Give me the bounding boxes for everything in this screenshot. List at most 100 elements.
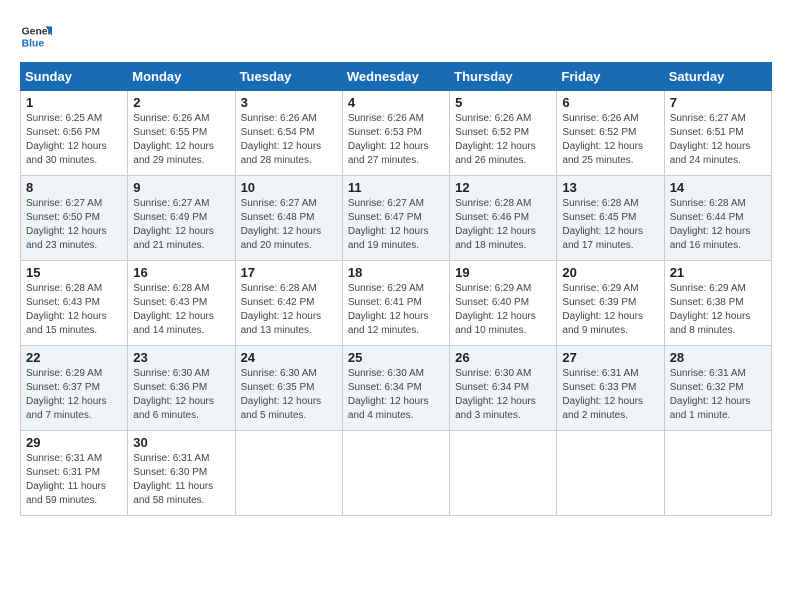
calendar-cell: 3 Sunrise: 6:26 AM Sunset: 6:54 PM Dayli… <box>235 91 342 176</box>
calendar-cell: 12 Sunrise: 6:28 AM Sunset: 6:46 PM Dayl… <box>450 176 557 261</box>
day-number: 14 <box>670 180 766 195</box>
calendar-week-1: 1 Sunrise: 6:25 AM Sunset: 6:56 PM Dayli… <box>21 91 772 176</box>
calendar-cell <box>664 431 771 516</box>
day-info: Sunrise: 6:28 AM Sunset: 6:42 PM Dayligh… <box>241 282 337 338</box>
day-number: 3 <box>241 95 337 110</box>
day-info: Sunrise: 6:26 AM Sunset: 6:54 PM Dayligh… <box>241 112 337 168</box>
day-info: Sunrise: 6:27 AM Sunset: 6:49 PM Dayligh… <box>133 197 229 253</box>
day-number: 12 <box>455 180 551 195</box>
calendar-cell: 11 Sunrise: 6:27 AM Sunset: 6:47 PM Dayl… <box>342 176 449 261</box>
day-info: Sunrise: 6:26 AM Sunset: 6:52 PM Dayligh… <box>455 112 551 168</box>
column-header-sunday: Sunday <box>21 63 128 91</box>
day-info: Sunrise: 6:27 AM Sunset: 6:48 PM Dayligh… <box>241 197 337 253</box>
calendar-cell: 20 Sunrise: 6:29 AM Sunset: 6:39 PM Dayl… <box>557 261 664 346</box>
day-info: Sunrise: 6:29 AM Sunset: 6:41 PM Dayligh… <box>348 282 444 338</box>
calendar-cell: 15 Sunrise: 6:28 AM Sunset: 6:43 PM Dayl… <box>21 261 128 346</box>
calendar-week-2: 8 Sunrise: 6:27 AM Sunset: 6:50 PM Dayli… <box>21 176 772 261</box>
calendar-cell <box>557 431 664 516</box>
calendar-cell: 22 Sunrise: 6:29 AM Sunset: 6:37 PM Dayl… <box>21 346 128 431</box>
day-number: 7 <box>670 95 766 110</box>
logo-icon: General Blue <box>20 20 52 52</box>
column-header-saturday: Saturday <box>664 63 771 91</box>
day-info: Sunrise: 6:30 AM Sunset: 6:34 PM Dayligh… <box>455 367 551 423</box>
calendar-cell: 25 Sunrise: 6:30 AM Sunset: 6:34 PM Dayl… <box>342 346 449 431</box>
day-number: 5 <box>455 95 551 110</box>
logo: General Blue <box>20 20 52 52</box>
day-info: Sunrise: 6:30 AM Sunset: 6:36 PM Dayligh… <box>133 367 229 423</box>
calendar-cell: 28 Sunrise: 6:31 AM Sunset: 6:32 PM Dayl… <box>664 346 771 431</box>
day-info: Sunrise: 6:27 AM Sunset: 6:50 PM Dayligh… <box>26 197 122 253</box>
day-number: 28 <box>670 350 766 365</box>
day-info: Sunrise: 6:31 AM Sunset: 6:31 PM Dayligh… <box>26 452 122 508</box>
calendar-cell: 23 Sunrise: 6:30 AM Sunset: 6:36 PM Dayl… <box>128 346 235 431</box>
day-info: Sunrise: 6:25 AM Sunset: 6:56 PM Dayligh… <box>26 112 122 168</box>
day-number: 13 <box>562 180 658 195</box>
day-info: Sunrise: 6:27 AM Sunset: 6:47 PM Dayligh… <box>348 197 444 253</box>
calendar-cell: 17 Sunrise: 6:28 AM Sunset: 6:42 PM Dayl… <box>235 261 342 346</box>
header: General Blue <box>20 20 772 52</box>
day-info: Sunrise: 6:28 AM Sunset: 6:44 PM Dayligh… <box>670 197 766 253</box>
day-info: Sunrise: 6:31 AM Sunset: 6:30 PM Dayligh… <box>133 452 229 508</box>
day-info: Sunrise: 6:30 AM Sunset: 6:35 PM Dayligh… <box>241 367 337 423</box>
day-number: 9 <box>133 180 229 195</box>
day-info: Sunrise: 6:29 AM Sunset: 6:37 PM Dayligh… <box>26 367 122 423</box>
day-info: Sunrise: 6:26 AM Sunset: 6:53 PM Dayligh… <box>348 112 444 168</box>
column-header-wednesday: Wednesday <box>342 63 449 91</box>
day-info: Sunrise: 6:28 AM Sunset: 6:45 PM Dayligh… <box>562 197 658 253</box>
calendar-cell: 8 Sunrise: 6:27 AM Sunset: 6:50 PM Dayli… <box>21 176 128 261</box>
calendar-cell: 18 Sunrise: 6:29 AM Sunset: 6:41 PM Dayl… <box>342 261 449 346</box>
calendar-cell <box>450 431 557 516</box>
day-info: Sunrise: 6:28 AM Sunset: 6:43 PM Dayligh… <box>26 282 122 338</box>
day-number: 2 <box>133 95 229 110</box>
header-row: SundayMondayTuesdayWednesdayThursdayFrid… <box>21 63 772 91</box>
calendar-cell: 30 Sunrise: 6:31 AM Sunset: 6:30 PM Dayl… <box>128 431 235 516</box>
day-info: Sunrise: 6:29 AM Sunset: 6:38 PM Dayligh… <box>670 282 766 338</box>
day-number: 20 <box>562 265 658 280</box>
calendar-table: SundayMondayTuesdayWednesdayThursdayFrid… <box>20 62 772 516</box>
day-number: 30 <box>133 435 229 450</box>
day-number: 26 <box>455 350 551 365</box>
calendar-cell: 4 Sunrise: 6:26 AM Sunset: 6:53 PM Dayli… <box>342 91 449 176</box>
day-number: 22 <box>26 350 122 365</box>
day-info: Sunrise: 6:30 AM Sunset: 6:34 PM Dayligh… <box>348 367 444 423</box>
calendar-cell <box>235 431 342 516</box>
calendar-cell: 16 Sunrise: 6:28 AM Sunset: 6:43 PM Dayl… <box>128 261 235 346</box>
calendar-cell: 2 Sunrise: 6:26 AM Sunset: 6:55 PM Dayli… <box>128 91 235 176</box>
day-number: 10 <box>241 180 337 195</box>
day-number: 29 <box>26 435 122 450</box>
column-header-monday: Monday <box>128 63 235 91</box>
day-number: 27 <box>562 350 658 365</box>
column-header-friday: Friday <box>557 63 664 91</box>
column-header-tuesday: Tuesday <box>235 63 342 91</box>
calendar-cell: 19 Sunrise: 6:29 AM Sunset: 6:40 PM Dayl… <box>450 261 557 346</box>
calendar-cell: 24 Sunrise: 6:30 AM Sunset: 6:35 PM Dayl… <box>235 346 342 431</box>
day-number: 21 <box>670 265 766 280</box>
day-number: 4 <box>348 95 444 110</box>
calendar-week-4: 22 Sunrise: 6:29 AM Sunset: 6:37 PM Dayl… <box>21 346 772 431</box>
svg-text:Blue: Blue <box>22 38 45 49</box>
day-number: 16 <box>133 265 229 280</box>
calendar-week-3: 15 Sunrise: 6:28 AM Sunset: 6:43 PM Dayl… <box>21 261 772 346</box>
day-number: 25 <box>348 350 444 365</box>
calendar-week-5: 29 Sunrise: 6:31 AM Sunset: 6:31 PM Dayl… <box>21 431 772 516</box>
day-number: 11 <box>348 180 444 195</box>
calendar-cell: 5 Sunrise: 6:26 AM Sunset: 6:52 PM Dayli… <box>450 91 557 176</box>
day-info: Sunrise: 6:31 AM Sunset: 6:32 PM Dayligh… <box>670 367 766 423</box>
day-info: Sunrise: 6:29 AM Sunset: 6:40 PM Dayligh… <box>455 282 551 338</box>
calendar-cell: 14 Sunrise: 6:28 AM Sunset: 6:44 PM Dayl… <box>664 176 771 261</box>
day-number: 8 <box>26 180 122 195</box>
day-number: 17 <box>241 265 337 280</box>
calendar-cell <box>342 431 449 516</box>
day-info: Sunrise: 6:28 AM Sunset: 6:46 PM Dayligh… <box>455 197 551 253</box>
day-number: 18 <box>348 265 444 280</box>
calendar-cell: 29 Sunrise: 6:31 AM Sunset: 6:31 PM Dayl… <box>21 431 128 516</box>
calendar-cell: 21 Sunrise: 6:29 AM Sunset: 6:38 PM Dayl… <box>664 261 771 346</box>
calendar-cell: 26 Sunrise: 6:30 AM Sunset: 6:34 PM Dayl… <box>450 346 557 431</box>
day-number: 6 <box>562 95 658 110</box>
calendar-cell: 10 Sunrise: 6:27 AM Sunset: 6:48 PM Dayl… <box>235 176 342 261</box>
day-number: 15 <box>26 265 122 280</box>
calendar-cell: 6 Sunrise: 6:26 AM Sunset: 6:52 PM Dayli… <box>557 91 664 176</box>
calendar-cell: 9 Sunrise: 6:27 AM Sunset: 6:49 PM Dayli… <box>128 176 235 261</box>
day-number: 19 <box>455 265 551 280</box>
calendar-cell: 27 Sunrise: 6:31 AM Sunset: 6:33 PM Dayl… <box>557 346 664 431</box>
